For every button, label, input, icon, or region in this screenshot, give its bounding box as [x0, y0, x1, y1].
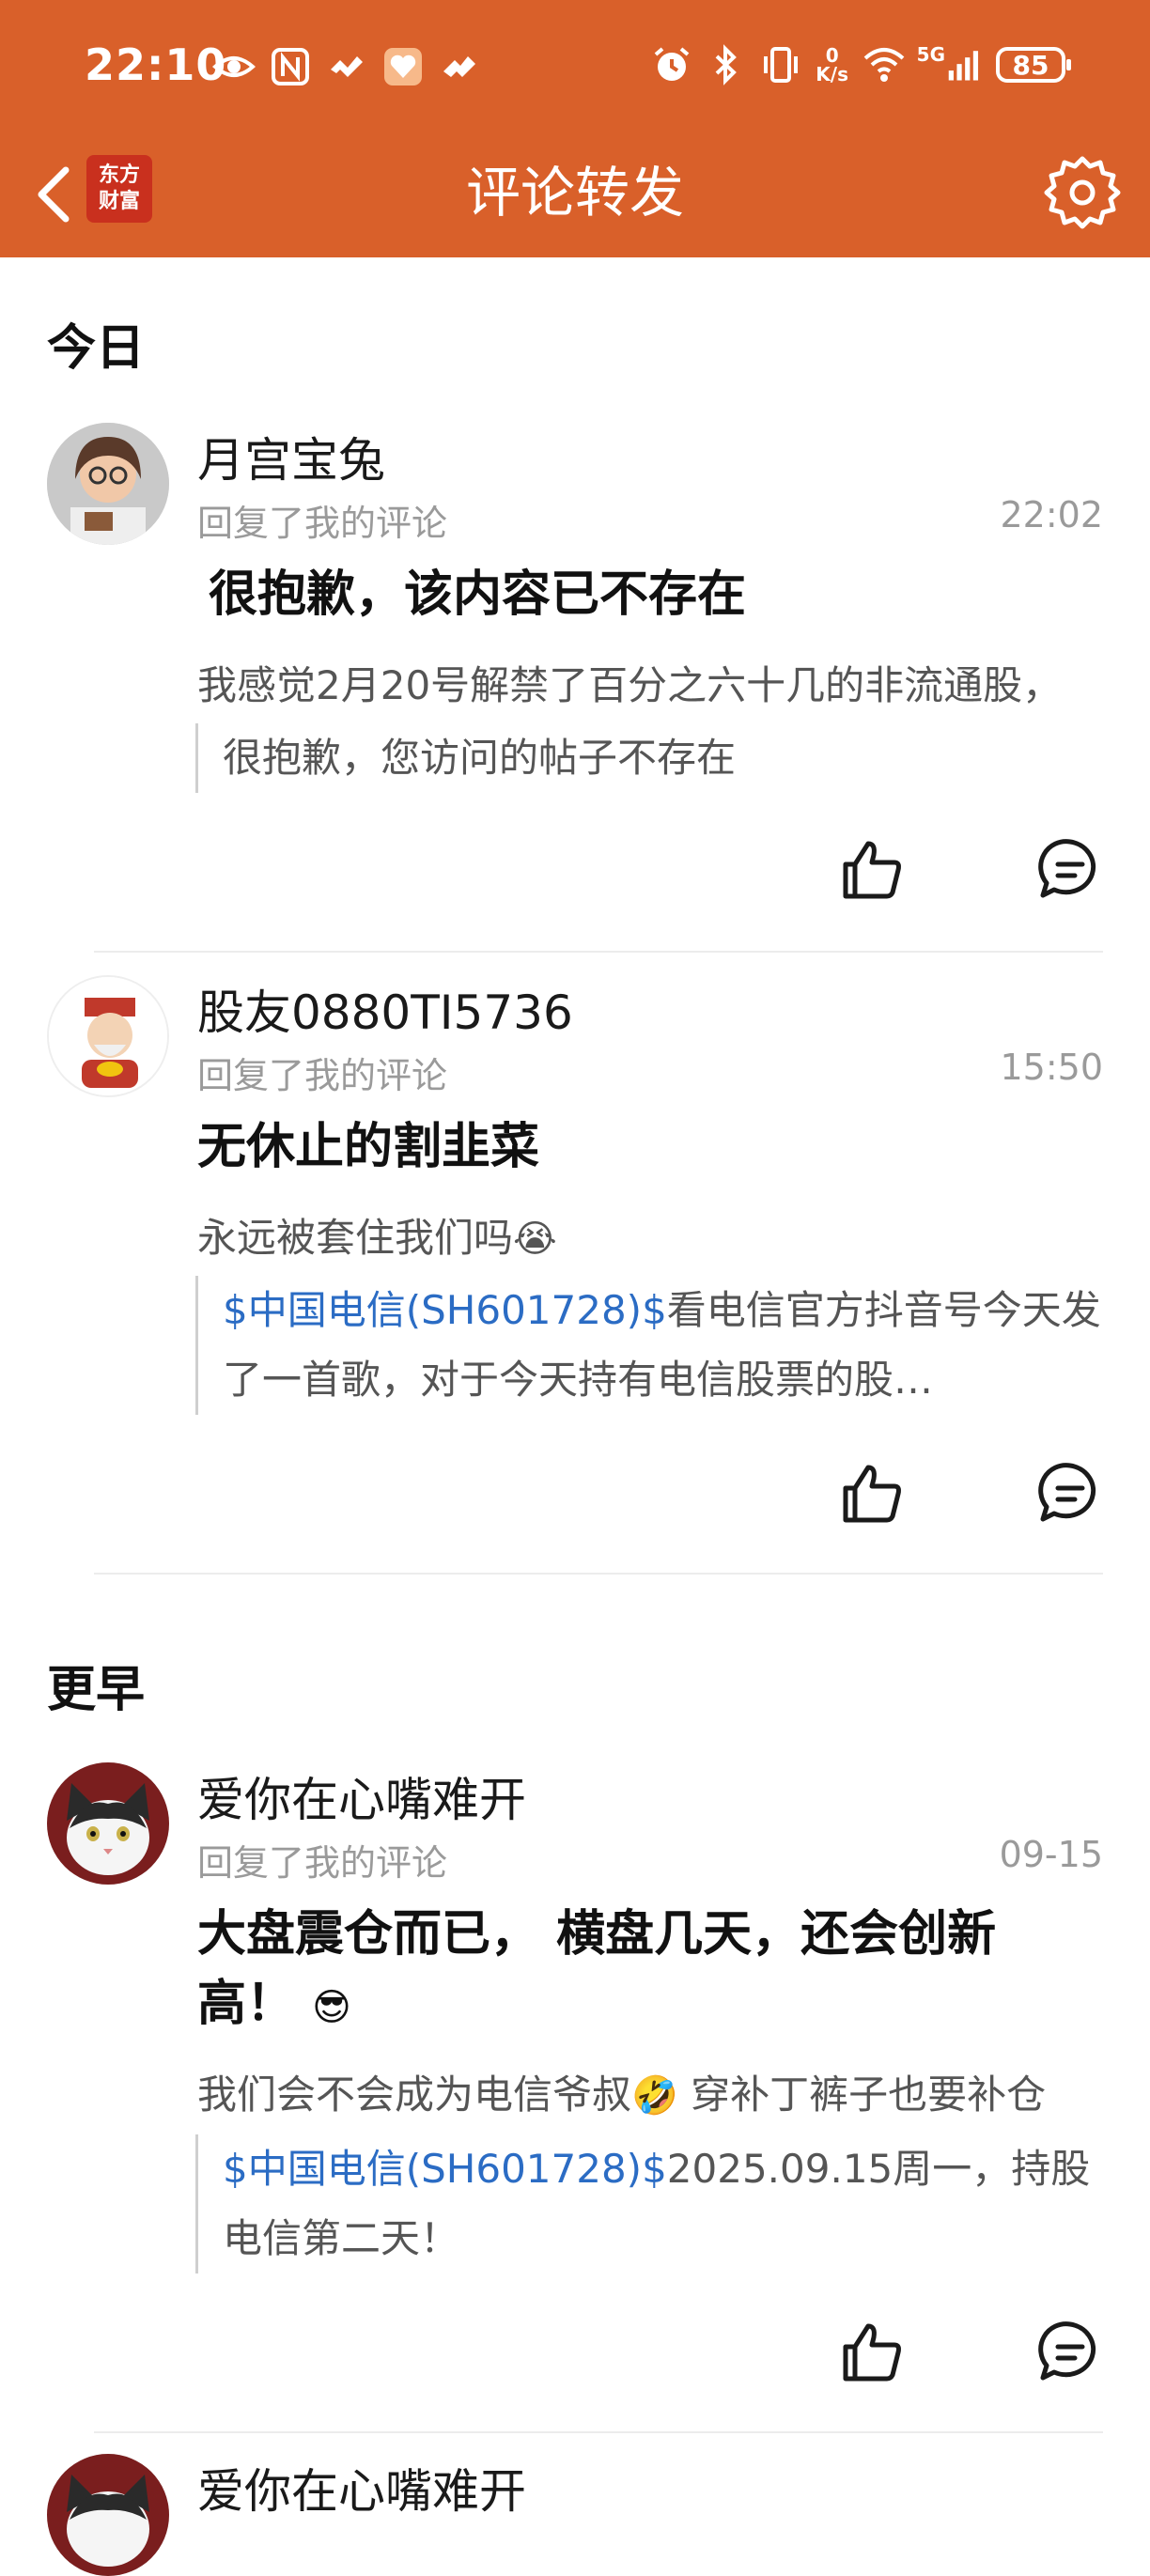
heart-badge-icon — [384, 48, 422, 85]
avatar[interactable] — [47, 423, 169, 545]
back-arrow-icon[interactable] — [19, 157, 85, 232]
nfc-icon — [272, 48, 309, 85]
timestamp: 22:02 — [1000, 494, 1103, 535]
gear-icon[interactable] — [1043, 153, 1122, 232]
section-title-today: 今日 — [47, 320, 146, 377]
username[interactable]: 爱你在心嘴难开 — [197, 1762, 526, 1830]
avatar[interactable] — [47, 975, 169, 1097]
avatar[interactable] — [47, 1762, 169, 1885]
status-time: 22:10 — [85, 39, 227, 90]
quoted-post-text: 很抱歉，您访问的帖子不存在 — [223, 735, 737, 781]
reply-preview-tail: 穿补丁裤子也要补仓 — [677, 2072, 1047, 2118]
network-type: 5G — [916, 43, 945, 66]
status-right-icons: 0 K/s 5G 85 — [650, 43, 1071, 86]
divider — [94, 1573, 1103, 1575]
comment-icon[interactable] — [1037, 1460, 1103, 1526]
comment-icon[interactable] — [1037, 2319, 1103, 2384]
wifi-icon — [863, 48, 904, 82]
comment-text[interactable]: 大盘震仓而已， 横盘几天，还会创新高！ 😎 — [197, 1900, 1024, 2042]
page-title: 评论转发 — [465, 161, 684, 225]
thumbs-up-icon[interactable] — [840, 2319, 906, 2384]
alarm-icon — [654, 47, 689, 81]
avatar[interactable] — [47, 2454, 169, 2576]
brand-logo: 东方 财富 — [86, 155, 152, 223]
sunglasses-emoji: 😎 — [312, 1986, 351, 2029]
action-text: 回复了我的评论 — [197, 503, 448, 544]
nav-bar: 东方 财富 评论转发 — [0, 136, 1150, 257]
laughing-emoji: 🤣 — [631, 2074, 678, 2118]
app-icon — [331, 56, 363, 77]
stock-link[interactable]: $中国电信(SH601728)$ — [223, 2146, 667, 2192]
quoted-post[interactable]: $中国电信(SH601728)$2025.09.15周一，持股电信第二天！ — [195, 2134, 1103, 2273]
timestamp: 15:50 — [1000, 1047, 1103, 1088]
item-actions — [821, 836, 1103, 911]
app-header: 22:10 0 K/s 5G 85 东方 财富 评论转发 — [0, 0, 1150, 257]
divider — [94, 951, 1103, 953]
app-icon-2 — [443, 56, 475, 77]
comment-text[interactable]: 很抱歉，该内容已不存在 — [209, 560, 1054, 629]
username[interactable]: 股友0880TI5736 — [197, 975, 573, 1043]
vibrate-icon — [763, 47, 798, 83]
reply-preview[interactable]: 永远被套住我们吗😭 — [197, 1206, 1103, 1264]
signal-icon: 5G — [917, 43, 985, 86]
bluetooth-icon — [715, 44, 737, 85]
reply-preview[interactable]: 我感觉2月20号解禁了百分之六十几的非流通股， — [197, 654, 1103, 711]
eye-icon — [212, 56, 256, 77]
thumbs-up-icon[interactable] — [840, 1460, 906, 1526]
status-bar: 22:10 0 K/s 5G 85 — [0, 0, 1150, 136]
timestamp: 09-15 — [999, 1834, 1103, 1875]
thumbs-up-icon[interactable] — [840, 836, 906, 902]
username[interactable]: 月宫宝兔 — [197, 423, 385, 490]
quoted-post[interactable]: 很抱歉，您访问的帖子不存在 — [195, 723, 1103, 793]
quoted-post[interactable]: $中国电信(SH601728)$看电信官方抖音号今天发了一首歌，对于今天持有电信… — [195, 1276, 1103, 1415]
reply-preview-text: 我们会不会成为电信爷叔 — [197, 2072, 632, 2118]
crying-emoji: 😭 — [513, 1218, 557, 1261]
comment-text[interactable]: 无休止的割韭菜 — [197, 1112, 1043, 1182]
section-title-earlier: 更早 — [47, 1662, 146, 1718]
action-text: 回复了我的评论 — [197, 1055, 448, 1096]
item-actions — [821, 1460, 1103, 1535]
divider — [94, 2431, 1103, 2433]
reply-preview[interactable]: 我们会不会成为电信爷叔🤣 穿补丁裤子也要补仓 — [197, 2063, 1103, 2120]
reply-preview-text: 永远被套住我们吗 — [197, 1215, 514, 1261]
action-text: 回复了我的评论 — [197, 1842, 448, 1884]
status-left-icons — [212, 45, 481, 88]
item-actions — [821, 2319, 1103, 2394]
username[interactable]: 爱你在心嘴难开 — [197, 2454, 526, 2522]
comment-icon[interactable] — [1037, 836, 1103, 902]
stock-link[interactable]: $中国电信(SH601728)$ — [223, 1287, 667, 1333]
net-speed: 0 K/s — [816, 44, 849, 85]
battery-indicator: 85 — [996, 47, 1071, 83]
